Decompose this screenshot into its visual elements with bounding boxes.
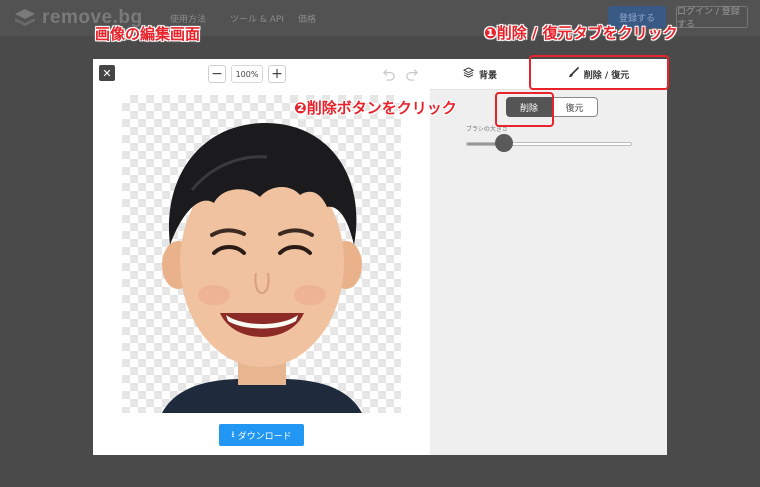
download-icon: ⭳ — [231, 430, 235, 440]
restore-button[interactable]: 復元 — [552, 97, 598, 117]
annotation-step1: ❶削除 / 復元タブをクリック — [484, 24, 678, 42]
close-button[interactable]: ✕ — [99, 65, 115, 81]
download-button[interactable]: ⭳ ダウンロード — [219, 424, 304, 446]
highlight-erase-button — [495, 92, 554, 127]
zoom-controls: − 100% + — [208, 65, 286, 83]
tab-background[interactable]: 背景 — [430, 59, 530, 89]
download-label: ダウンロード — [237, 431, 292, 442]
nav-pricing[interactable]: 価格 — [298, 12, 316, 25]
tab-background-label: 背景 — [478, 70, 497, 81]
redo-icon[interactable] — [402, 65, 420, 83]
zoom-in-button[interactable]: + — [268, 65, 286, 83]
zoom-out-button[interactable]: − — [208, 65, 226, 83]
slider-thumb[interactable] — [495, 134, 514, 152]
login-button[interactable]: ログイン / 登録する — [676, 6, 748, 30]
annotation-edit-screen: 画像の編集画面 — [95, 25, 201, 43]
zoom-value: 100% — [231, 65, 263, 83]
brush-size-slider[interactable] — [466, 142, 632, 146]
image-canvas[interactable] — [122, 95, 401, 413]
logo-icon — [15, 9, 35, 26]
subject-image — [162, 122, 362, 413]
undo-redo — [380, 65, 424, 83]
nav-tools-api[interactable]: ツール & API — [230, 12, 284, 25]
editor-modal: ✕ − 100% + ⭳ ダウンロード 背景 削除 / 復元 削除 復元 ブラシ… — [93, 59, 667, 455]
annotation-step2: ❷削除ボタンをクリック — [294, 99, 457, 117]
undo-icon[interactable] — [380, 65, 398, 83]
layers-icon — [462, 67, 475, 81]
highlight-erase-restore-tab — [529, 55, 669, 90]
